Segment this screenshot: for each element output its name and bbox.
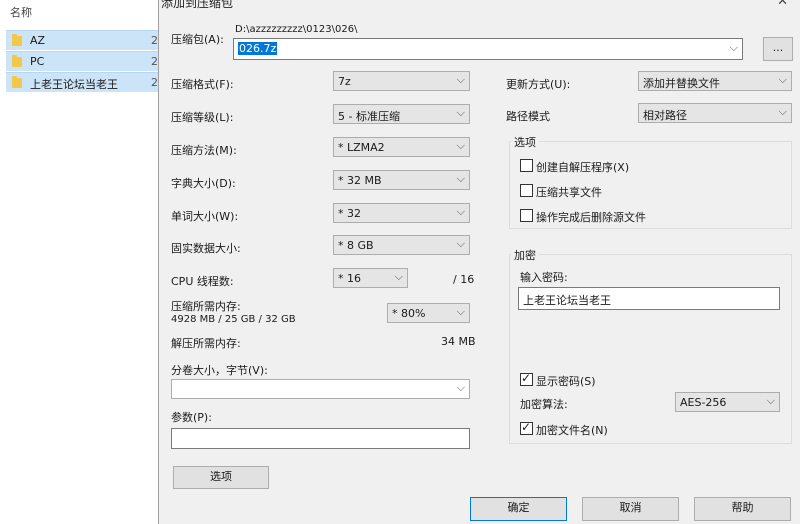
level-label: 压缩等级(L): — [171, 111, 234, 124]
level-select[interactable]: 5 - 标准压缩 ⌵ — [333, 104, 470, 124]
sfx-checkbox[interactable] — [520, 159, 533, 172]
check-icon: ✓ — [521, 371, 532, 385]
archive-name-input[interactable]: 026.7z ⌵ — [233, 38, 743, 60]
check-icon: ✓ — [521, 420, 532, 434]
folder-icon — [12, 55, 22, 67]
path-mode-value: 相对路径 — [643, 109, 687, 122]
encrypt-names-label: 加密文件名(N) — [536, 424, 608, 437]
mem-decomp-value: 34 MB — [441, 335, 476, 348]
chevron-down-icon: ⌵ — [456, 305, 465, 318]
password-value: 上老王论坛当老王 — [523, 294, 611, 307]
shared-files-label: 压缩共享文件 — [536, 186, 602, 199]
chevron-down-icon[interactable]: ⌵ — [730, 41, 738, 55]
format-select[interactable]: 7z ⌵ — [333, 71, 470, 91]
list-item-folder-3[interactable]: 上老王论坛当老王 2 — [6, 72, 158, 92]
cpu-max: / 16 — [453, 273, 475, 286]
archive-path: D:\azzzzzzzzz\0123\026\ — [235, 24, 358, 35]
cpu-value: * 16 — [338, 272, 361, 285]
chevron-down-icon: ⌵ — [778, 105, 787, 118]
list-item-label: PC — [30, 55, 45, 68]
solid-select[interactable]: * 8 GB ⌵ — [333, 235, 470, 255]
path-mode-label: 路径模式 — [506, 110, 550, 123]
list-item-trail: 2 — [151, 76, 158, 89]
split-label: 分卷大小，字节(V): — [171, 364, 268, 377]
column-header[interactable]: 名称 ^ — [0, 0, 158, 22]
chevron-down-icon: ⌵ — [456, 205, 465, 218]
options-group-title: 选项 — [511, 134, 539, 150]
chevron-down-icon: ⌵ — [456, 237, 465, 250]
file-explorer-pane: 名称 ^ AZ 2 PC 2 上老王论坛当老王 2 — [0, 0, 158, 524]
format-label: 压缩格式(F): — [171, 78, 234, 91]
show-password-checkbox[interactable]: ✓ — [520, 371, 533, 386]
format-value: 7z — [338, 75, 351, 88]
sfx-label: 创建自解压程序(X) — [536, 161, 630, 174]
list-item-label: AZ — [30, 34, 46, 47]
folder-icon — [12, 34, 22, 46]
chevron-down-icon: ⌵ — [456, 172, 465, 185]
browse-button[interactable]: ... — [763, 37, 793, 61]
encryption-method-label: 加密算法: — [520, 398, 568, 411]
password-label: 输入密码: — [520, 271, 568, 284]
level-value: 5 - 标准压缩 — [338, 110, 400, 123]
update-label: 更新方式(U): — [506, 78, 571, 91]
method-value: * LZMA2 — [338, 141, 385, 154]
mem-decomp-label: 解压所需内存: — [171, 337, 241, 350]
list-item-trail: 2 — [151, 55, 158, 68]
dict-select[interactable]: * 32 MB ⌵ — [333, 170, 470, 190]
chevron-down-icon: ⌵ — [778, 73, 787, 86]
solid-label: 固实数据大小: — [171, 242, 241, 255]
show-password-label: 显示密码(S) — [536, 375, 596, 388]
archive-label: 压缩包(A): — [171, 33, 224, 46]
mem-comp-label: 压缩所需内存: — [171, 300, 241, 313]
ok-button[interactable]: 确定 — [470, 497, 567, 521]
cpu-select[interactable]: * 16 ⌵ — [333, 268, 408, 288]
password-input[interactable]: 上老王论坛当老王 — [518, 287, 780, 310]
path-mode-select[interactable]: 相对路径 ⌵ — [638, 103, 792, 123]
chevron-down-icon: ⌵ — [766, 394, 775, 407]
mem-comp-detail: 4928 MB / 25 GB / 32 GB — [171, 314, 296, 325]
encryption-group-title: 加密 — [511, 247, 539, 263]
encrypt-names-checkbox[interactable]: ✓ — [520, 420, 533, 435]
shared-files-checkbox[interactable] — [520, 184, 533, 197]
update-mode-select[interactable]: 添加并替换文件 ⌵ — [638, 71, 792, 91]
encryption-method-value: AES-256 — [680, 396, 727, 409]
cpu-label: CPU 线程数: — [171, 275, 234, 288]
cancel-button[interactable]: 取消 — [582, 497, 679, 521]
word-select[interactable]: * 32 ⌵ — [333, 203, 470, 223]
column-header-name: 名称 — [10, 6, 32, 19]
dialog-title: 添加到压缩包 — [161, 0, 234, 10]
word-label: 单词大小(W): — [171, 210, 239, 223]
add-to-archive-dialog: 添加到压缩包 ✕ 压缩包(A): D:\azzzzzzzzz\0123\026\… — [158, 0, 800, 524]
params-label: 参数(P): — [171, 411, 212, 424]
chevron-down-icon: ⌵ — [456, 381, 465, 394]
help-button[interactable]: 帮助 — [694, 497, 791, 521]
sort-indicator-icon: ^ — [70, 0, 79, 7]
method-select[interactable]: * LZMA2 ⌵ — [333, 137, 470, 157]
mem-usage-select[interactable]: * 80% ⌵ — [387, 303, 470, 323]
method-label: 压缩方法(M): — [171, 144, 237, 157]
close-icon[interactable]: ✕ — [777, 0, 788, 9]
archive-name-value: 026.7z — [238, 42, 278, 55]
update-mode-value: 添加并替换文件 — [643, 77, 720, 90]
dict-value: * 32 MB — [338, 174, 382, 187]
dict-label: 字典大小(D): — [171, 177, 236, 190]
folder-icon — [12, 76, 22, 88]
mem-usage-value: * 80% — [392, 307, 426, 320]
solid-value: * 8 GB — [338, 239, 374, 252]
list-item-label: 上老王论坛当老王 — [30, 78, 118, 91]
word-value: * 32 — [338, 207, 361, 220]
params-input[interactable] — [171, 428, 470, 449]
list-item-pc[interactable]: PC 2 — [6, 51, 158, 71]
delete-files-checkbox[interactable] — [520, 209, 533, 222]
chevron-down-icon: ⌵ — [394, 270, 403, 283]
split-size-select[interactable]: ⌵ — [171, 379, 470, 399]
delete-files-label: 操作完成后删除源文件 — [536, 211, 646, 224]
options-button[interactable]: 选项 — [173, 466, 269, 489]
list-item-az[interactable]: AZ 2 — [6, 30, 158, 50]
chevron-down-icon: ⌵ — [456, 73, 465, 86]
encryption-method-select[interactable]: AES-256 ⌵ — [675, 392, 780, 412]
list-item-trail: 2 — [151, 34, 158, 47]
chevron-down-icon: ⌵ — [456, 106, 465, 119]
chevron-down-icon: ⌵ — [456, 139, 465, 152]
